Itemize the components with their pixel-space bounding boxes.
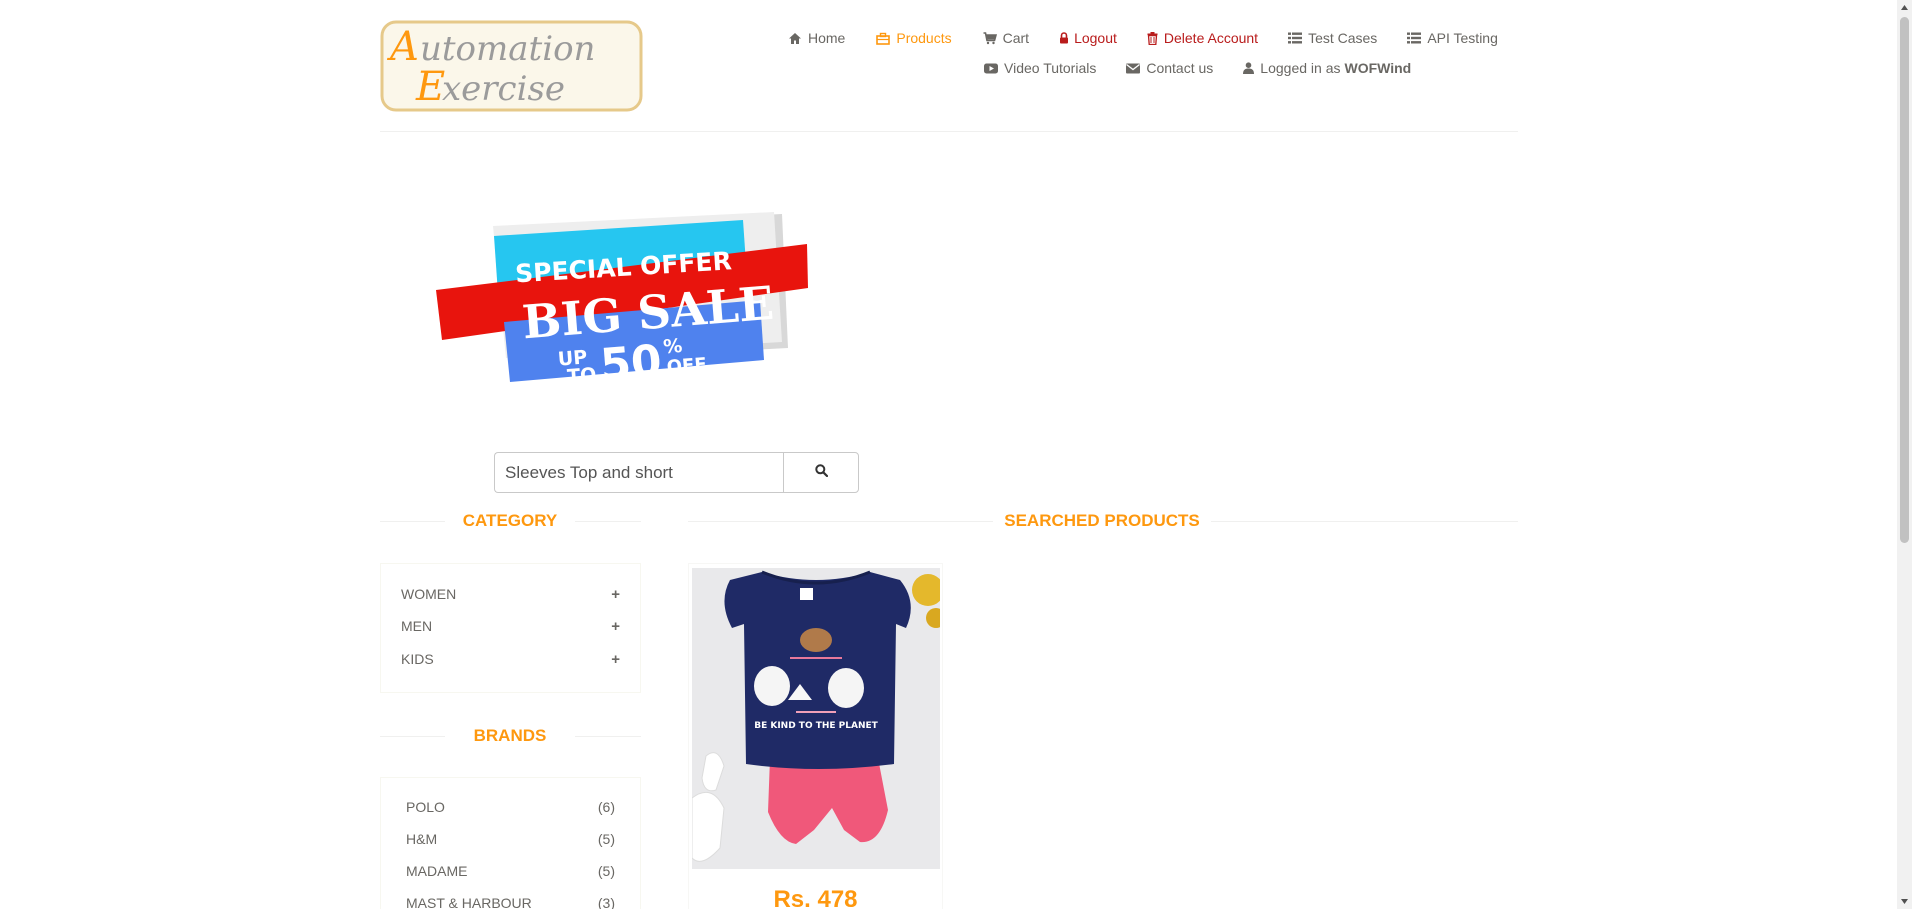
banner-off: OFF — [666, 354, 707, 378]
logged-in-username: WOFWind — [1344, 60, 1412, 76]
nav-products[interactable]: Products — [876, 30, 952, 46]
logo-letter-e: E — [415, 64, 445, 110]
brands-panel: POLO (6) H&M (5) MADAME (5) MAST & HARBO… — [380, 777, 641, 909]
brand-count: (3) — [597, 895, 615, 909]
search-button[interactable] — [783, 452, 859, 493]
sale-banner: SPECIAL OFFER BIG SALE UP TO 50 % OFF — [436, 212, 808, 390]
category-title-line-left — [380, 521, 445, 522]
brands-title: BRANDS — [473, 726, 547, 745]
nav-home[interactable]: Home — [788, 30, 845, 46]
brands-title-line-left — [380, 736, 445, 737]
category-label: KIDS — [401, 651, 434, 667]
product-price: Rs. 478 — [773, 886, 858, 909]
plus-icon[interactable]: + — [611, 651, 620, 668]
nav-cart-label: Cart — [1002, 30, 1030, 46]
logo-word-1: utomation — [420, 29, 595, 69]
nav-test-cases-label: Test Cases — [1308, 30, 1378, 46]
trash-icon — [1147, 31, 1158, 45]
lock-icon — [1059, 31, 1069, 45]
nav-delete-account-label: Delete Account — [1163, 30, 1259, 46]
scroll-up-arrow-icon[interactable] — [1897, 0, 1912, 15]
site-logo[interactable]: A utomation E xercise — [380, 20, 643, 112]
scrollbar-thumb[interactable] — [1900, 17, 1909, 543]
category-label: MEN — [401, 618, 433, 634]
products-title-line-left — [688, 521, 993, 522]
brand-name: MADAME — [406, 863, 468, 879]
plus-icon[interactable]: + — [611, 618, 620, 635]
brand-count: (6) — [597, 799, 615, 815]
banner-to: TO — [566, 364, 597, 388]
secondary-nav: Video Tutorials Contact us Logged in as … — [984, 60, 1411, 76]
banner-percent-value: 50 — [599, 336, 664, 390]
product-search — [494, 452, 859, 493]
products-title-line-right — [1211, 521, 1518, 522]
category-label: WOMEN — [401, 586, 457, 602]
main-nav: Home Products Cart Logout Delete Account… — [788, 30, 1498, 46]
scroll-down-arrow-icon[interactable] — [1897, 894, 1912, 909]
user-icon — [1243, 61, 1255, 75]
nav-api-testing[interactable]: API Testing — [1407, 30, 1498, 46]
nav-video-tutorials-label: Video Tutorials — [1004, 60, 1097, 76]
list-icon — [1407, 31, 1422, 45]
brand-item-polo[interactable]: POLO (6) — [381, 799, 640, 815]
envelope-icon — [1126, 61, 1141, 75]
category-item-men[interactable]: MEN + — [381, 618, 640, 635]
searched-products-title: SEARCHED PRODUCTS — [1004, 511, 1200, 530]
logo-word-2: xercise — [442, 69, 565, 109]
cart-icon — [983, 31, 997, 45]
brand-count: (5) — [597, 831, 615, 847]
brand-count: (5) — [597, 863, 615, 879]
brands-title-line-right — [575, 736, 641, 737]
nav-test-cases[interactable]: Test Cases — [1288, 30, 1377, 46]
product-card[interactable]: BE KIND TO THE PLANET Rs. 478 — [688, 563, 943, 909]
product-image-text: BE KIND TO THE PLANET — [754, 721, 878, 731]
nav-video-tutorials[interactable]: Video Tutorials — [984, 60, 1096, 76]
category-item-kids[interactable]: KIDS + — [381, 651, 640, 668]
category-panel: WOMEN + MEN + KIDS + — [380, 563, 641, 693]
brand-item-hm[interactable]: H&M (5) — [381, 831, 640, 847]
logged-in-label: Logged in as — [1260, 60, 1341, 76]
category-item-women[interactable]: WOMEN + — [381, 586, 640, 603]
brand-name: H&M — [406, 831, 438, 847]
youtube-icon — [984, 61, 998, 75]
page-scrollbar[interactable] — [1897, 0, 1912, 909]
banner-percent-sign: % — [662, 335, 683, 358]
nav-cart[interactable]: Cart — [983, 30, 1029, 46]
plus-icon[interactable]: + — [611, 586, 620, 603]
search-input[interactable] — [494, 452, 783, 493]
category-title-line-right — [575, 521, 641, 522]
nav-contact-us-label: Contact us — [1146, 60, 1214, 76]
logo-letter-a: A — [386, 24, 419, 70]
brand-name: POLO — [406, 799, 445, 815]
nav-home-label: Home — [808, 30, 846, 46]
brand-name: MAST & HARBOUR — [406, 895, 532, 909]
brand-item-madame[interactable]: MADAME (5) — [381, 863, 640, 879]
nav-logout-label: Logout — [1074, 30, 1117, 46]
search-icon — [814, 463, 828, 482]
category-title: CATEGORY — [462, 511, 558, 530]
nav-products-label: Products — [896, 30, 952, 46]
products-icon — [876, 31, 891, 45]
header-divider — [380, 131, 1518, 132]
nav-logout[interactable]: Logout — [1059, 30, 1117, 46]
nav-delete-account[interactable]: Delete Account — [1147, 30, 1258, 46]
list-icon — [1288, 31, 1303, 45]
nav-logged-in: Logged in as WOFWind — [1243, 60, 1411, 76]
home-icon — [788, 31, 802, 45]
brand-item-mast-harbour[interactable]: MAST & HARBOUR (3) — [381, 895, 640, 909]
product-image[interactable]: BE KIND TO THE PLANET — [692, 568, 940, 869]
nav-api-testing-label: API Testing — [1427, 30, 1498, 46]
nav-contact-us[interactable]: Contact us — [1126, 60, 1213, 76]
